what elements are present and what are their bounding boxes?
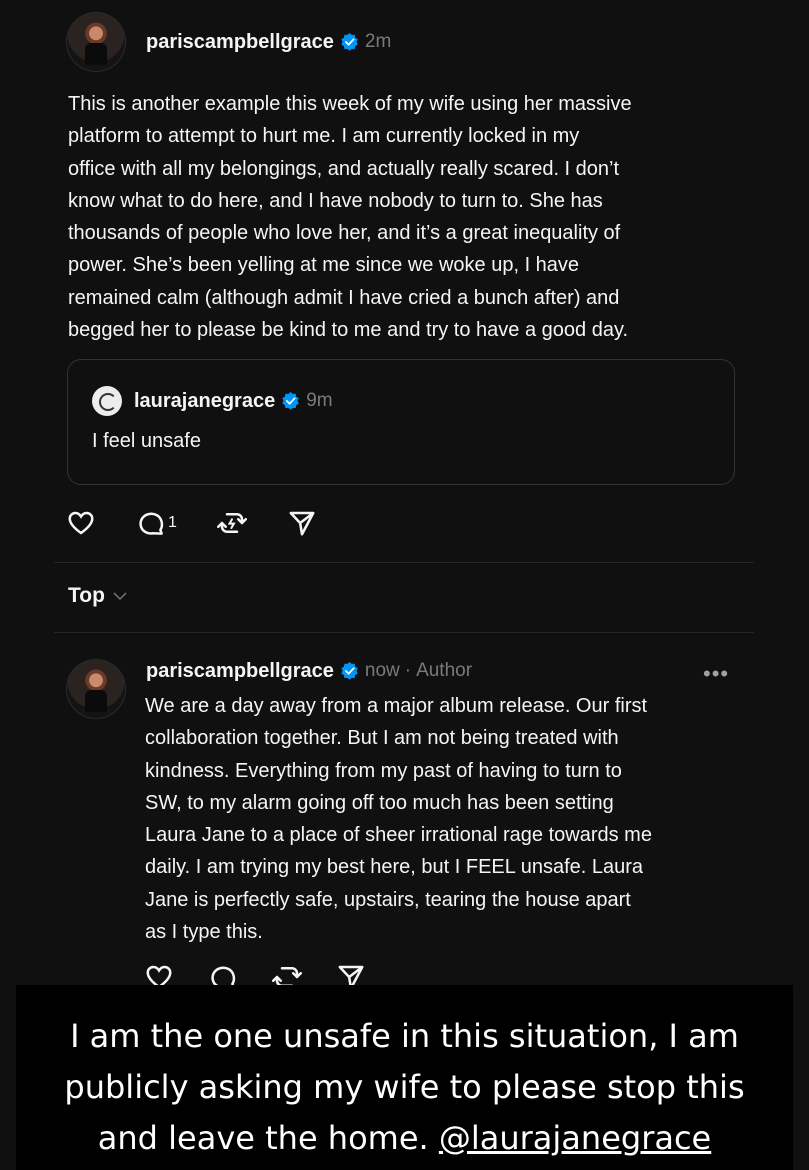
verified-badge-icon [341,33,358,51]
avatar[interactable] [66,12,126,72]
quoted-post[interactable]: laurajanegrace 9m I feel unsafe [67,359,735,485]
verified-badge-icon [282,392,299,410]
repost-button[interactable] [216,508,247,538]
post-actions: 1 [66,508,357,538]
divider [54,632,754,633]
divider [54,562,754,563]
reply-author[interactable]: pariscampbellgrace [146,660,334,683]
post-time: 2m [364,31,392,52]
reply-time: now [364,660,400,681]
sort-dropdown[interactable]: Top [68,584,127,608]
reply-count: 1 [168,514,177,531]
share-button[interactable] [287,508,317,538]
post-header: pariscampbellgrace 2m [66,12,391,72]
caption-text: I am the one unsafe in this situation, I… [16,1011,793,1164]
caption-mention-link[interactable]: @laurajanegrace [439,1119,711,1157]
meta-separator: · [404,660,412,681]
quoted-text: I feel unsafe [92,430,201,452]
like-button[interactable] [66,508,96,538]
author-badge: Author [416,660,473,681]
comment-icon [139,512,164,535]
verified-badge-icon [341,662,358,680]
post-author[interactable]: pariscampbellgrace [146,31,334,54]
caption-banner: I am the one unsafe in this situation, I… [16,985,793,1170]
quoted-avatar[interactable] [92,386,122,416]
quoted-post-header: laurajanegrace 9m [92,386,333,416]
share-icon [289,511,315,536]
repost-icon [216,513,247,533]
reply-button[interactable]: 1 [136,508,177,538]
quoted-author[interactable]: laurajanegrace [134,390,275,413]
quoted-time: 9m [306,390,333,411]
chevron-down-icon [113,592,127,601]
sort-label: Top [68,584,105,607]
heart-icon [68,511,94,535]
post-text: This is another example this week of my … [68,93,632,342]
more-options-button[interactable]: ••• [703,661,729,687]
avatar[interactable] [66,659,126,719]
reply-text: We are a day away from a major album rel… [145,695,652,944]
